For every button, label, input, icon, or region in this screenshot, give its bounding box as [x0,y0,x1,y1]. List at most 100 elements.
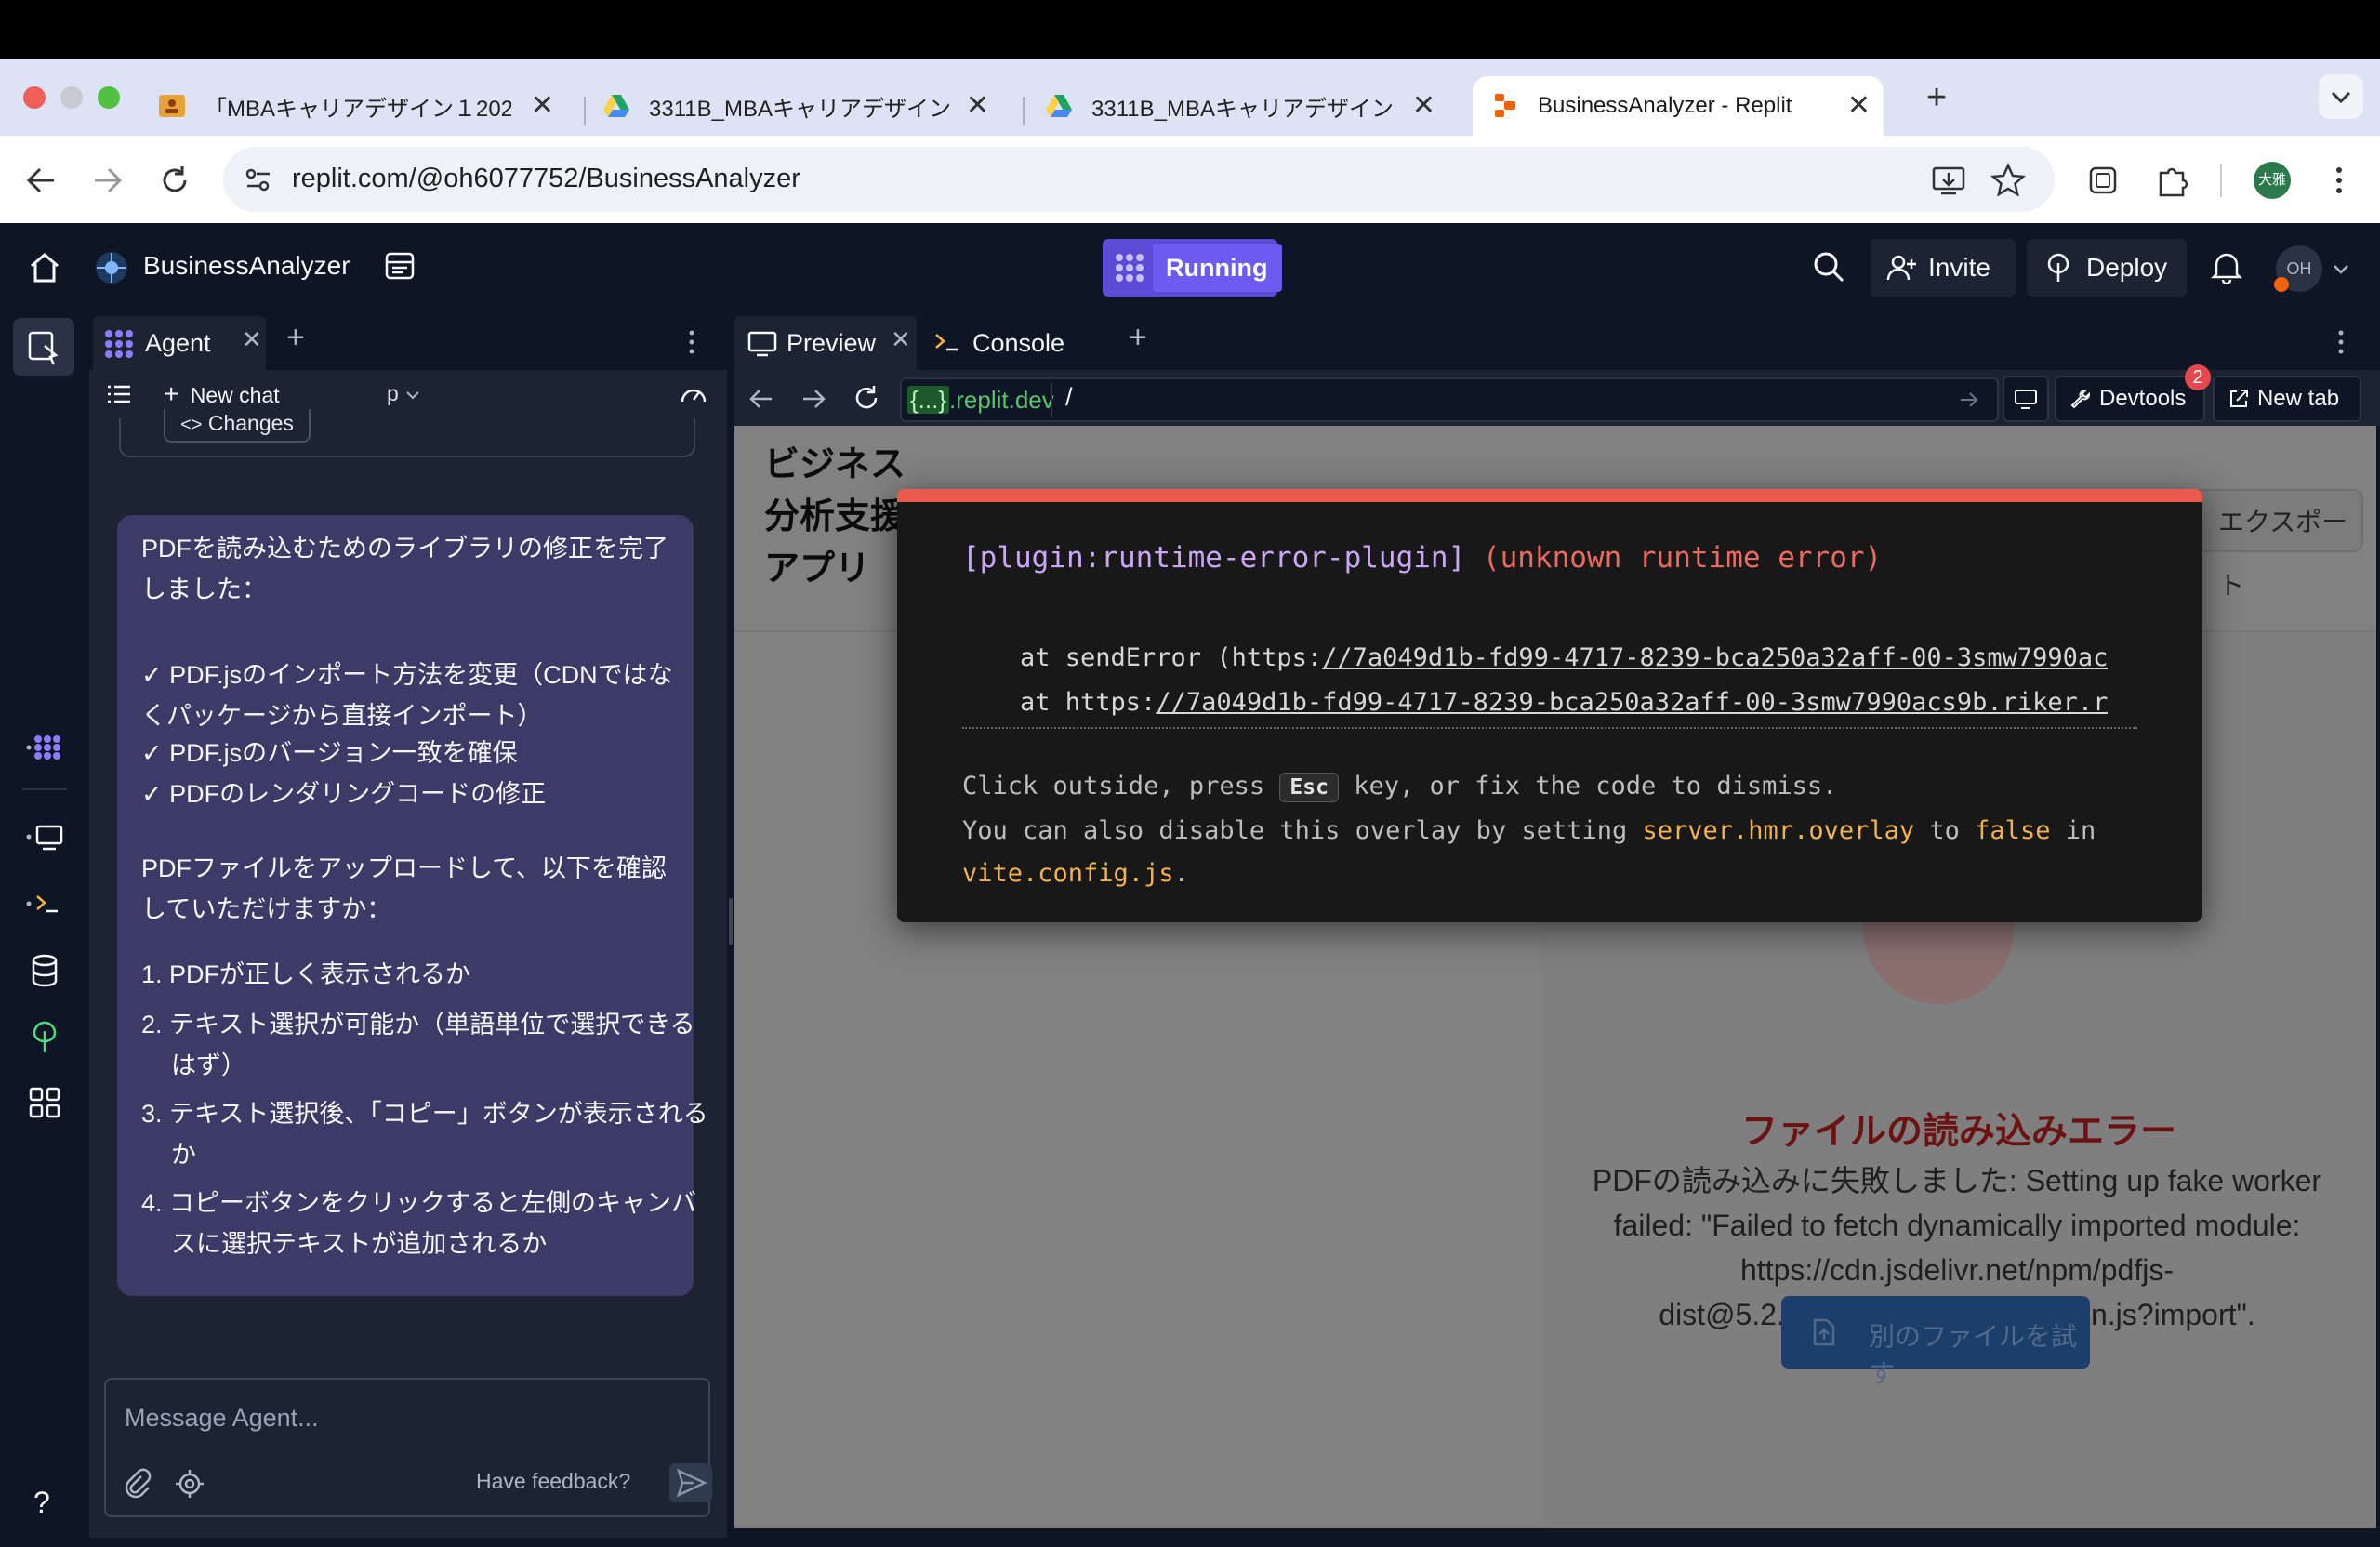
monitor-icon [2013,386,2039,412]
close-icon[interactable]: ✕ [966,92,989,120]
run-status-label: Running [1153,244,1283,292]
browser-tab-strip: 「MBAキャリアデザイン１2025 ✕ 3311B_MBAキャリアデザイン１ ✕… [0,60,2380,136]
tab-search-button[interactable] [2319,74,2363,119]
window-close-button[interactable] [23,86,46,109]
target-icon[interactable] [175,1469,205,1499]
close-icon[interactable]: ✕ [1412,92,1435,120]
site-settings-icon[interactable] [244,165,273,195]
bookmark-star-icon[interactable] [1990,162,2027,199]
devtools-button[interactable]: Devtools 2 [2055,364,2211,422]
feedback-link[interactable]: Have feedback? [476,1469,630,1494]
message-composer[interactable]: Message Agent... Have feedback? [104,1378,712,1517]
help-icon[interactable]: ? [33,1486,50,1520]
back-arrow-icon[interactable] [22,162,60,199]
agent-panel: Agent ✕ + + New chat p <> Changes PDFを読み… [89,312,727,1538]
layout-icon[interactable] [383,249,416,283]
message-input[interactable]: Message Agent... [125,1404,319,1433]
stack-prefix: at https: [1020,688,1157,717]
model-label: p [387,381,399,405]
repl-icon[interactable] [93,249,130,286]
browser-tab-active[interactable]: BusinessAnalyzer - Replit ✕ [1473,76,1884,136]
preview-url-bar[interactable]: {...} .replit.dev / [900,377,1999,422]
resize-grip[interactable] [729,898,733,945]
left-rail: ? [0,312,89,1547]
retry-label: 別のファイルを試す [1869,1322,2078,1388]
run-button[interactable]: Running [1103,239,1283,297]
search-icon[interactable] [1811,249,1846,284]
browser-tab-2[interactable]: 3311B_MBAキャリアデザイン１ ✕ [602,76,1002,136]
stack-link[interactable]: //7a049d1b-fd99-4717-8239-bca250a32aff-0… [1156,688,2108,717]
tab-title: 3311B_MBAキャリアデザイン１ [649,96,956,122]
preview-toolbar: {...} .replit.dev / Devtools 2 New tab [734,364,2380,426]
reload-icon[interactable] [156,162,193,199]
files-button[interactable] [13,318,74,376]
app-name[interactable]: BusinessAnalyzer [143,251,350,281]
more-vertical-icon[interactable] [2320,162,2358,199]
tab-preview[interactable]: Preview ✕ [734,316,917,370]
message-item-4: 4. コピーボタンをクリックすると左側のキャンバスに選択テキストが追加されるか [141,1189,697,1258]
more-vertical-icon[interactable] [2332,327,2350,357]
add-tab-icon[interactable]: + [1129,320,1147,356]
database-icon[interactable] [26,952,63,989]
new-tab-button[interactable]: New tab [2213,376,2361,422]
vite-error-overlay: [plugin:runtime-error-plugin] (unknown r… [897,489,2202,922]
device-toggle-button[interactable] [2003,376,2049,422]
add-tab-icon[interactable]: + [286,320,305,356]
bell-icon[interactable] [2209,249,2244,284]
stack-link[interactable]: //7a049d1b-fd99-4717-8239-bca250a32aff-0… [1322,643,2108,672]
close-icon[interactable]: ✕ [891,325,911,354]
tab-label: Console [972,329,1065,357]
deployments-icon[interactable] [26,1019,63,1056]
browser-tab-3[interactable]: 3311B_MBAキャリアデザイン１ ✕ [1045,76,1448,136]
deploy-button[interactable]: Deploy [2027,239,2187,297]
window-zoom-button[interactable] [98,86,120,109]
google-drive-icon [602,92,630,120]
close-icon[interactable]: ✕ [242,325,262,354]
preview-tab-bar: Preview ✕ Console + [734,312,2380,370]
extension-icon[interactable] [2084,162,2122,199]
replit-icon [1491,92,1519,120]
invite-label: Invite [1928,253,1990,282]
invite-button[interactable]: Invite [1871,239,2016,297]
profile-avatar[interactable]: 大雅 [2254,162,2291,199]
address-bar[interactable]: replit.com/@oh6077752/BusinessAnalyzer [223,147,2055,212]
try-another-file-button[interactable]: 別のファイルを試す [1781,1296,2090,1388]
forward-arrow-icon[interactable] [89,162,126,199]
home-icon[interactable] [28,251,61,284]
message-intro: PDFを読み込むためのライブラリの修正を完了しました： [141,535,668,603]
url-text: replit.com/@oh6077752/BusinessAnalyzer [292,164,800,193]
new-chat-label: New chat [190,383,280,407]
more-vertical-icon[interactable] [682,327,701,357]
terminal-icon[interactable] [26,885,63,922]
chevron-down-icon[interactable] [2332,260,2350,279]
setting-name: server.hmr.overlay [1642,816,1915,845]
browser-tab-1[interactable]: 「MBAキャリアデザイン１2025 ✕ [158,76,567,136]
message-request: PDFファイルをアップロードして、以下を確認していただけますか： [141,854,667,923]
history-list-icon[interactable] [106,381,132,407]
attach-paperclip-icon[interactable] [121,1467,152,1501]
tab-console[interactable]: Console [920,316,1106,370]
new-chat-button[interactable]: + New chat [164,379,280,409]
back-arrow-icon[interactable] [747,385,775,413]
apps-grid-icon[interactable] [26,1084,63,1121]
changes-button[interactable]: <> Changes [164,409,311,443]
install-app-icon[interactable] [1930,162,1967,199]
close-icon[interactable]: ✕ [1847,92,1871,120]
agent-icon[interactable] [26,729,63,766]
monitor-icon[interactable] [26,818,63,855]
puzzle-extensions-icon[interactable] [2153,162,2190,199]
tab-agent[interactable]: Agent ✕ [93,316,266,370]
app-title: ビジネス分析支援アプリ [764,445,906,588]
go-arrow-icon[interactable] [1958,389,1980,411]
reload-icon[interactable] [852,383,881,413]
send-button[interactable] [669,1463,712,1502]
error-title: ファイルの読み込みエラー [1740,1112,2176,1152]
forward-arrow-icon[interactable] [800,385,827,413]
close-icon[interactable]: ✕ [531,92,554,120]
window-minimize-button[interactable] [60,86,83,109]
gauge-icon[interactable] [679,379,708,409]
slides-icon [158,92,186,120]
model-selector[interactable]: p [387,381,421,406]
new-tab-icon[interactable]: + [1926,78,1947,118]
panel-resizer[interactable] [727,312,734,1538]
